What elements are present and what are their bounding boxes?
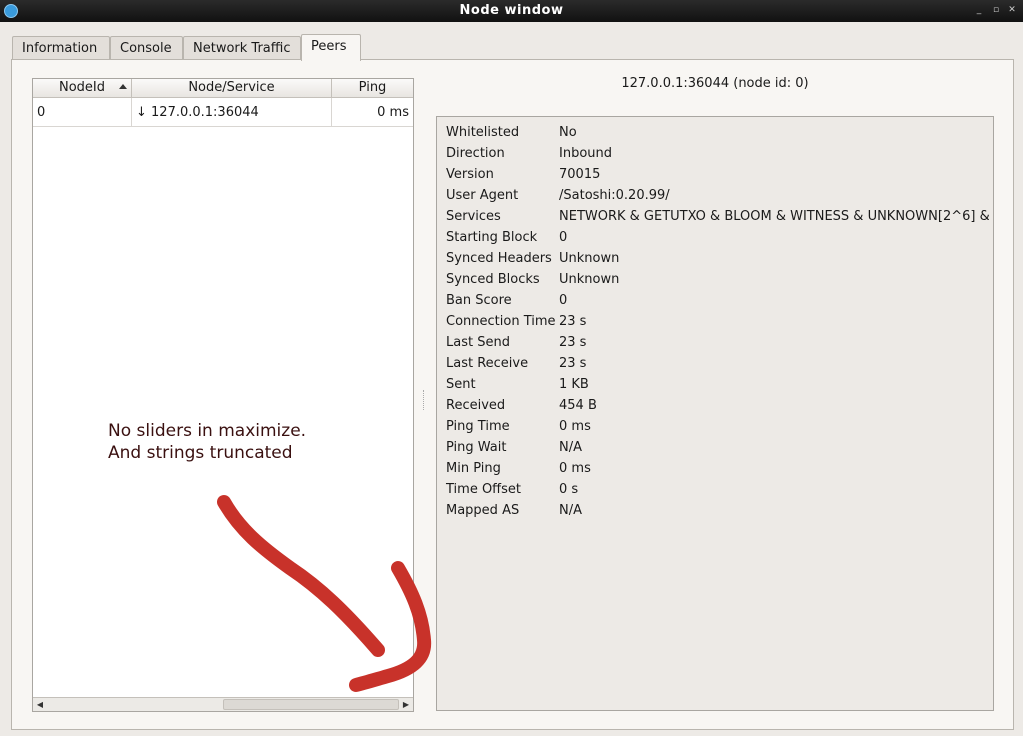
detail-label: Sent xyxy=(446,377,476,392)
detail-value[interactable]: Unknown xyxy=(559,251,989,266)
detail-label: Whitelisted xyxy=(446,125,520,140)
detail-value[interactable]: 0 ms xyxy=(559,461,989,476)
maximize-button[interactable]: ▫ xyxy=(990,4,1002,16)
detail-label: Ping Time xyxy=(446,419,510,434)
detail-label: Ban Score xyxy=(446,293,512,308)
detail-value[interactable]: 0 xyxy=(559,230,989,245)
tab-console[interactable]: Console xyxy=(110,36,183,60)
detail-label: Last Send xyxy=(446,335,510,350)
detail-label: Time Offset xyxy=(446,482,522,497)
detail-value[interactable]: 0 xyxy=(559,293,989,308)
peer-details-panel: Whitelisted No Direction Inbound Version 7001… xyxy=(436,116,994,711)
detail-value[interactable]: /Satoshi:0.20.99/ xyxy=(559,188,989,203)
tab-peers[interactable]: Peers xyxy=(301,34,361,61)
detail-value[interactable]: 23 s xyxy=(559,314,989,329)
detail-label: Last Receive xyxy=(446,356,529,371)
detail-label: Synced Headers xyxy=(446,251,552,266)
annotation-line-2: And strings truncated xyxy=(108,443,293,463)
cell-node-service: ↓ 127.0.0.1:36044 xyxy=(132,98,332,127)
detail-label: User Agent xyxy=(446,188,519,203)
detail-value[interactable]: Inbound xyxy=(559,146,989,161)
peer-heading: 127.0.0.1:36044 (node id: 0) xyxy=(621,76,809,91)
detail-label: Received xyxy=(446,398,506,413)
cell-ping: 0 ms xyxy=(377,105,409,120)
table-row[interactable]: 0 ↓ 127.0.0.1:36044 0 ms xyxy=(33,98,413,127)
detail-label: Min Ping xyxy=(446,461,501,476)
detail-label: Connection Time xyxy=(446,314,556,329)
tab-network-traffic[interactable]: Network Traffic xyxy=(183,36,301,60)
detail-value[interactable]: N/A xyxy=(559,503,989,518)
detail-label: Ping Wait xyxy=(446,440,507,455)
annotation-line-1: No sliders in maximize. xyxy=(108,421,307,441)
column-header-ping[interactable]: Ping xyxy=(332,79,413,98)
scrollbar-thumb[interactable] xyxy=(223,699,399,710)
peers-panel: NodeId Node/Service Ping 0 ↓ 127.0.0.1:3… xyxy=(11,59,1014,730)
minimize-button[interactable]: _ xyxy=(973,4,985,16)
detail-value[interactable]: 0 ms xyxy=(559,419,989,434)
detail-value[interactable]: 23 s xyxy=(559,335,989,350)
detail-value[interactable]: 454 B xyxy=(559,398,989,413)
detail-value[interactable]: Unknown xyxy=(559,272,989,287)
column-header-nodeid[interactable]: NodeId xyxy=(33,79,132,98)
detail-label: Services xyxy=(446,209,501,224)
column-header-node-service[interactable]: Node/Service xyxy=(132,79,332,98)
horizontal-scrollbar[interactable]: ◀ ▶ xyxy=(33,697,413,711)
detail-value[interactable]: N/A xyxy=(559,440,989,455)
detail-label: Mapped AS xyxy=(446,503,520,518)
annotation-text: No sliders in maximize. And strings trun… xyxy=(108,420,306,464)
detail-value[interactable]: 23 s xyxy=(559,356,989,371)
splitter-handle[interactable] xyxy=(423,390,426,410)
peers-table[interactable]: NodeId Node/Service Ping 0 ↓ 127.0.0.1:3… xyxy=(32,78,414,712)
detail-label: Starting Block xyxy=(446,230,538,245)
detail-label: Version xyxy=(446,167,494,182)
detail-label: Direction xyxy=(446,146,505,161)
tab-information[interactable]: Information xyxy=(12,36,110,60)
detail-value[interactable]: 0 s xyxy=(559,482,989,497)
peers-table-header: NodeId Node/Service Ping xyxy=(33,79,413,98)
close-button[interactable]: ✕ xyxy=(1006,4,1018,16)
detail-value[interactable]: 1 KB xyxy=(559,377,989,392)
window-title: Node window xyxy=(459,3,564,18)
sort-ascending-icon xyxy=(119,84,127,89)
cell-nodeid: 0 xyxy=(33,98,132,127)
detail-value[interactable]: NETWORK & GETUTXO & BLOOM & WITNESS & UN… xyxy=(559,209,989,224)
detail-label: Synced Blocks xyxy=(446,272,540,287)
scroll-left-icon[interactable]: ◀ xyxy=(34,699,46,711)
detail-value[interactable]: No xyxy=(559,125,989,140)
scroll-right-icon[interactable]: ▶ xyxy=(400,699,412,711)
column-header-nodeid-label: NodeId xyxy=(58,80,105,95)
detail-value[interactable]: 70015 xyxy=(559,167,989,182)
window-titlebar[interactable]: Node window _ ▫ ✕ xyxy=(0,0,1023,22)
